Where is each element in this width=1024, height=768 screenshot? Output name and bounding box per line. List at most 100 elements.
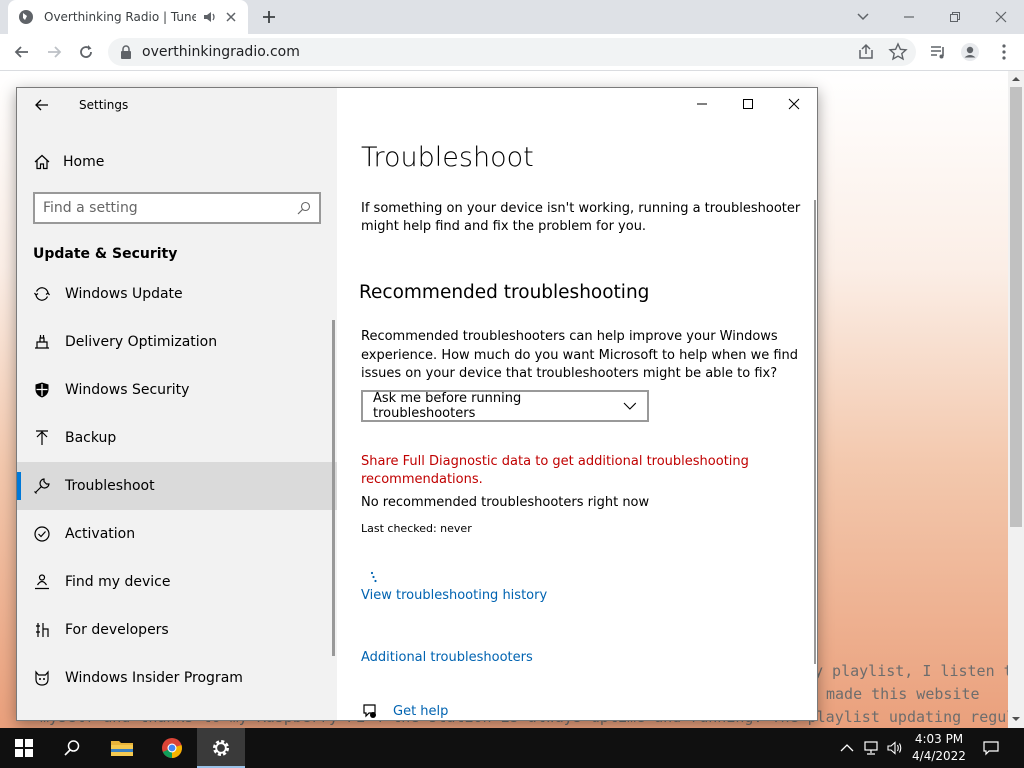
url-text: overthinkingradio.com	[142, 44, 300, 60]
page-title: Troubleshoot	[361, 142, 534, 173]
address-bar[interactable]: overthinkingradio.com	[108, 38, 916, 66]
minimize-browser-icon[interactable]	[898, 6, 920, 28]
chevron-down-icon	[623, 402, 637, 410]
sidebar-item-backup[interactable]: Backup	[17, 414, 337, 462]
windows-logo-icon	[15, 739, 33, 757]
browser-tab-bar: Overthinking Radio | Tune in	[0, 0, 1024, 34]
sidebar-item-windows-security[interactable]: Windows Security	[17, 366, 337, 414]
get-help-label: Get help	[393, 703, 449, 719]
sidebar-item-label: Windows Insider Program	[65, 670, 243, 686]
delivery-icon	[35, 335, 49, 349]
content-scrollbar[interactable]	[814, 200, 816, 664]
troubleshooting-history-link[interactable]: View troubleshooting history	[361, 588, 547, 603]
profile-avatar-icon[interactable]	[960, 42, 980, 62]
window-controls	[679, 88, 817, 120]
browser-toolbar: overthinkingradio.com	[0, 34, 1024, 71]
sidebar-item-find-my-device[interactable]: Find my device	[17, 558, 337, 606]
sidebar-item-label: Find my device	[65, 574, 171, 590]
no-recommended-text: No recommended troubleshooters right now	[361, 495, 650, 510]
home-icon	[34, 154, 50, 170]
additional-troubleshooters-link[interactable]: Additional troubleshooters	[361, 650, 533, 665]
reload-icon[interactable]	[76, 42, 96, 62]
sidebar-item-for-developers[interactable]: For developers	[17, 606, 337, 654]
sidebar-item-label: Windows Security	[65, 382, 190, 398]
sidebar-item-label: Troubleshoot	[65, 478, 155, 494]
settings-sidebar: Settings Home Update & Security Windows …	[17, 88, 337, 720]
minimize-button[interactable]	[679, 88, 725, 120]
sidebar-item-windows-insider[interactable]: Windows Insider Program	[17, 654, 337, 702]
sidebar-item-label: For developers	[65, 622, 169, 638]
file-explorer-button[interactable]	[98, 728, 146, 768]
taskbar: 4:03 PM 4/4/2022	[0, 728, 1024, 768]
settings-taskbar-button[interactable]	[197, 728, 245, 768]
browser-tab[interactable]: Overthinking Radio | Tune in	[8, 0, 248, 34]
lock-icon[interactable]	[120, 45, 132, 59]
sidebar-scrollbar[interactable]	[332, 320, 335, 656]
settings-window: Settings Home Update & Security Windows …	[16, 87, 818, 721]
webpage-text-line: y playlist, I listen to	[814, 662, 1008, 680]
diagnostic-data-link[interactable]: Share Full Diagnostic data to get additi…	[361, 453, 801, 489]
new-tab-icon[interactable]	[260, 8, 278, 26]
sync-icon	[34, 287, 50, 301]
search-icon[interactable]	[297, 201, 311, 215]
chevron-up-icon[interactable]	[838, 739, 856, 757]
wrench-icon	[34, 478, 50, 494]
speaker-icon[interactable]	[202, 9, 218, 25]
close-tab-icon[interactable]	[224, 10, 238, 24]
close-browser-icon[interactable]	[990, 6, 1012, 28]
dropdown-value: Ask me before running troubleshooters	[373, 391, 522, 421]
bookmark-star-icon[interactable]	[888, 42, 908, 62]
close-icon	[788, 98, 800, 110]
maximize-button[interactable]	[725, 88, 771, 120]
restore-browser-icon[interactable]	[944, 6, 966, 28]
close-button[interactable]	[771, 88, 817, 120]
home-label: Home	[63, 154, 105, 170]
maximize-icon	[743, 99, 753, 109]
folder-icon	[111, 741, 133, 756]
page-scrollbar[interactable]	[1008, 71, 1024, 728]
network-icon[interactable]	[862, 739, 880, 757]
minimize-icon	[697, 103, 707, 105]
system-clock[interactable]: 4:03 PM 4/4/2022	[906, 731, 972, 765]
volume-icon[interactable]	[886, 739, 904, 757]
backup-arrow-icon	[36, 430, 48, 445]
get-help-link[interactable]: Get help	[361, 702, 448, 720]
clock-time: 4:03 PM	[914, 732, 964, 746]
media-control-icon[interactable]	[928, 42, 948, 62]
settings-search[interactable]	[33, 192, 321, 224]
sidebar-item-delivery-optimization[interactable]: Delivery Optimization	[17, 318, 337, 366]
settings-content: Troubleshoot If something on your device…	[337, 88, 817, 720]
scroll-thumb[interactable]	[1010, 87, 1022, 527]
back-arrow-icon[interactable]	[33, 96, 51, 114]
sidebar-item-troubleshoot[interactable]: Troubleshoot	[17, 462, 337, 510]
last-checked-text: Last checked: never	[361, 522, 472, 535]
help-chat-icon	[363, 704, 376, 718]
globe-icon	[19, 10, 33, 24]
search-icon	[64, 740, 80, 756]
sidebar-item-windows-update[interactable]: Windows Update	[17, 270, 337, 318]
developer-icon	[36, 623, 49, 637]
insider-cat-icon	[35, 670, 49, 686]
webpage-text-line: made this website	[826, 685, 980, 703]
scroll-up-icon[interactable]	[1012, 75, 1020, 83]
chrome-button[interactable]	[148, 728, 196, 768]
sidebar-item-activation[interactable]: Activation	[17, 510, 337, 558]
start-button[interactable]	[0, 728, 48, 768]
back-arrow-icon[interactable]	[12, 42, 32, 62]
tab-search-icon[interactable]	[852, 6, 874, 28]
notifications-icon[interactable]	[982, 739, 1000, 757]
app-title: Settings	[79, 98, 129, 112]
sidebar-item-label: Backup	[65, 430, 117, 446]
share-icon[interactable]	[856, 42, 876, 62]
check-circle-icon	[34, 526, 50, 542]
troubleshoot-preference-dropdown[interactable]: Ask me before running troubleshooters	[361, 390, 649, 422]
search-input[interactable]	[43, 200, 297, 216]
browser-menu-icon[interactable]	[994, 42, 1014, 62]
shield-icon	[35, 382, 49, 398]
forward-arrow-icon[interactable]	[44, 42, 64, 62]
sidebar-item-label: Delivery Optimization	[65, 334, 218, 350]
sidebar-item-label: Windows Update	[65, 286, 183, 302]
taskbar-search-button[interactable]	[48, 728, 96, 768]
scroll-down-icon[interactable]	[1012, 715, 1020, 723]
home-link[interactable]: Home	[33, 151, 104, 173]
